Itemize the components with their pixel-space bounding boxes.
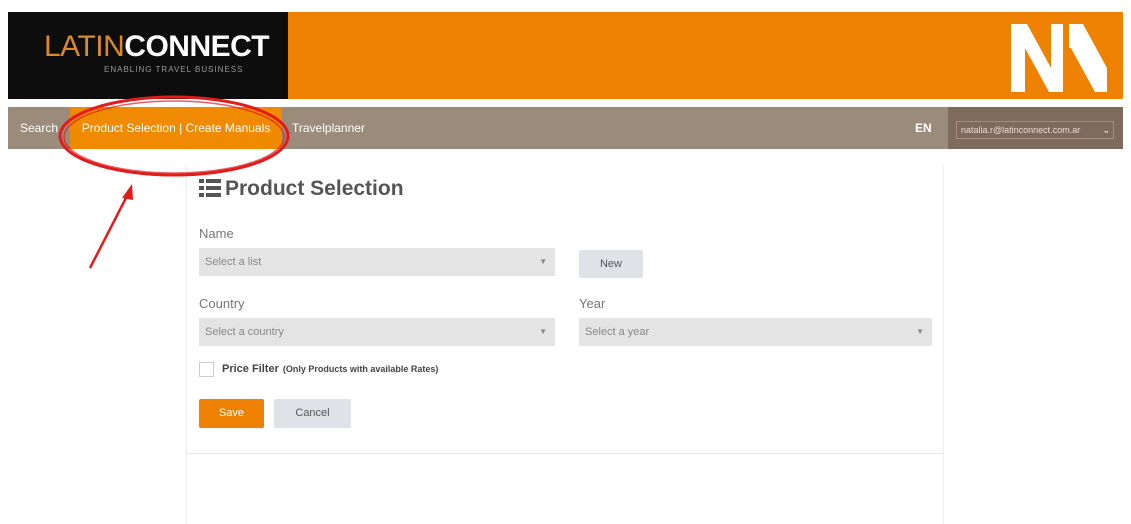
nav-item-product-selection[interactable]: Product Selection | Create Manuals [70,107,282,149]
price-filter-label-text: Price Filter [222,363,279,375]
caret-down-icon: ▼ [539,257,547,266]
top-nav: Search Product Selection | Create Manual… [8,107,1123,149]
year-label: Year [579,296,606,311]
price-filter-checkbox[interactable] [199,362,214,377]
caret-down-icon: ▼ [539,327,547,336]
product-selection-panel: Product Selection Name Select a list ▼ N… [186,165,944,524]
price-filter-note: (Only Products with available Rates) [282,364,439,374]
year-select[interactable]: Select a year ▼ [579,318,932,346]
price-filter-label[interactable]: Price Filter (Only Products with availabl… [222,363,438,375]
page-title-text: Product Selection [225,177,404,200]
divider [187,453,944,454]
annotation-arrow-shaft [88,193,130,269]
logo-wordmark: LATINCONNECT [44,30,270,64]
logo-tagline: ENABLING TRAVEL BUSINESS [104,65,244,74]
user-email: natalia.r@latinconnect.com.ar [961,125,1081,135]
page-title: Product Selection [199,177,404,201]
caret-down-icon: ▼ [916,327,924,336]
logo[interactable]: LATINCONNECT ENABLING TRAVEL BUSINESS [8,12,288,99]
year-select-value: Select a year [585,326,650,338]
chevron-down-icon: ⌄ [1102,125,1110,135]
language-selector[interactable]: EN [915,107,932,149]
nav-item-travelplanner[interactable]: Travelplanner [292,107,365,149]
header: LATINCONNECT ENABLING TRAVEL BUSINESS [8,12,1123,99]
annotation-arrow-head [122,184,133,200]
user-select[interactable]: natalia.r@latinconnect.com.ar ⌄ [956,121,1114,139]
name-select[interactable]: Select a list ▼ [199,248,555,276]
country-select[interactable]: Select a country ▼ [199,318,555,346]
save-button[interactable]: Save [199,399,264,428]
page: LATINCONNECT ENABLING TRAVEL BUSINESS Se… [0,0,1131,524]
cancel-button[interactable]: Cancel [274,399,351,428]
list-icon [199,179,221,197]
country-label: Country [199,296,245,311]
double-n-logo-icon [1011,24,1107,92]
new-button[interactable]: New [579,250,643,278]
user-menu: natalia.r@latinconnect.com.ar ⌄ [948,107,1123,149]
name-select-value: Select a list [205,256,262,268]
logo-light-text: LATIN [44,30,125,63]
nav-item-search[interactable]: Search [20,107,58,149]
country-select-value: Select a country [205,326,284,338]
name-label: Name [199,226,234,241]
logo-bold-text: CONNECT [124,30,270,63]
